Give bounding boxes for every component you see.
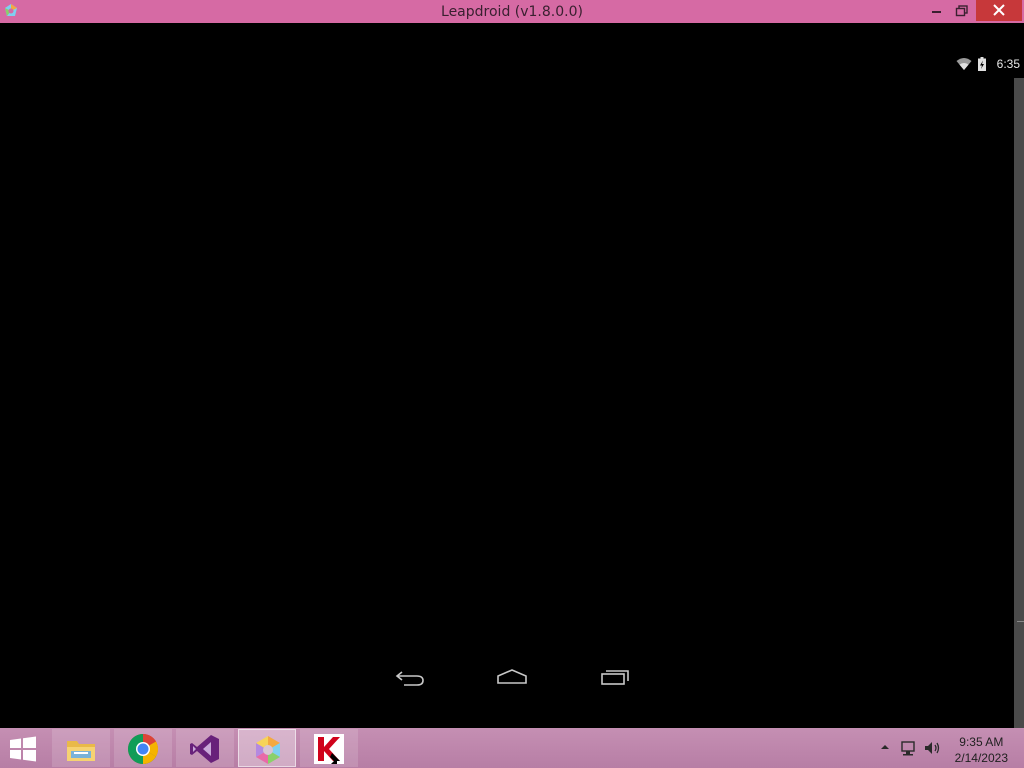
home-icon: [497, 669, 527, 684]
side-scrollbar[interactable]: [1014, 78, 1024, 728]
clock-time: 9:35 AM: [959, 735, 1004, 749]
desktop: Leapdroid (v1.8.0.0) 6:35 9:35 AM 2/14/2…: [0, 0, 1024, 768]
battery-charging-icon: [978, 57, 986, 71]
start-button[interactable]: [8, 736, 38, 762]
leapdroid-icon: [256, 736, 280, 764]
taskbar-chrome[interactable]: [114, 729, 172, 767]
clock-date: 2/14/2023: [954, 751, 1008, 765]
taskbar: 9:35 AM 2/14/2023: [0, 728, 1024, 768]
folder-icon: [67, 741, 95, 761]
window-title: Leapdroid (v1.8.0.0): [441, 4, 583, 20]
close-button[interactable]: [976, 0, 1022, 21]
taskbar-kaspersky[interactable]: [300, 729, 358, 767]
recents-icon: [601, 670, 629, 685]
android-screen[interactable]: 6:35: [0, 23, 1024, 728]
system-tray: 9:35 AM 2/14/2023: [864, 728, 1024, 768]
scrollbar-notch: [1017, 621, 1024, 622]
taskbar-visual-studio[interactable]: [176, 729, 234, 767]
visual-studio-icon: [190, 735, 219, 763]
close-icon: [993, 4, 1005, 16]
chrome-icon: [127, 734, 159, 765]
android-home-button[interactable]: [482, 663, 542, 691]
android-status-time: 6:35: [996, 57, 1020, 71]
network-icon[interactable]: [900, 740, 918, 756]
taskbar-leapdroid[interactable]: [238, 729, 296, 767]
back-icon: [395, 671, 424, 686]
minimize-icon: [932, 11, 941, 13]
taskbar-file-explorer[interactable]: [52, 729, 110, 767]
wifi-icon: [956, 58, 972, 70]
show-hidden-icons-icon[interactable]: [880, 742, 890, 752]
windows-logo-icon: [10, 736, 36, 762]
android-recents-button[interactable]: [585, 663, 645, 691]
restore-button[interactable]: [950, 0, 974, 21]
restore-icon: [955, 5, 968, 17]
window-titlebar[interactable]: Leapdroid (v1.8.0.0): [0, 0, 1024, 23]
volume-icon[interactable]: [924, 740, 942, 756]
android-back-button[interactable]: [380, 663, 440, 691]
minimize-button[interactable]: [924, 0, 948, 21]
taskbar-clock[interactable]: 9:35 AM 2/14/2023: [955, 734, 1008, 766]
kaspersky-icon: [314, 734, 344, 764]
